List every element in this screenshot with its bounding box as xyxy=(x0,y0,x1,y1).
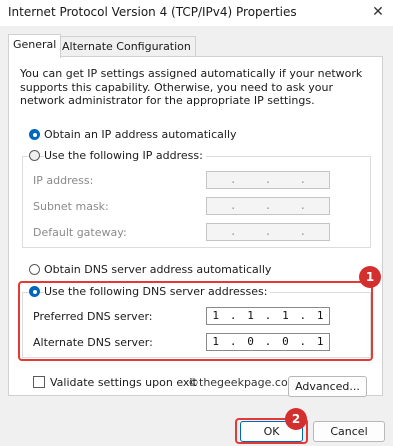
annotation-highlight-dns xyxy=(18,281,373,361)
subnet-octet-2 xyxy=(242,198,259,214)
ip-octet-2 xyxy=(242,172,259,188)
obtain-dns-auto-radio[interactable] xyxy=(29,264,40,275)
annotation-badge-1: 1 xyxy=(359,266,381,288)
tab-general[interactable]: General xyxy=(8,34,62,58)
window-title: Internet Protocol Version 4 (TCP/IPv4) P… xyxy=(8,5,297,19)
ip-dot: . xyxy=(229,199,237,212)
subnet-mask-label: Subnet mask: xyxy=(33,200,109,213)
subnet-octet-1 xyxy=(207,198,224,214)
default-gateway-field: ... xyxy=(206,223,330,241)
subnet-mask-field: ... xyxy=(206,197,330,215)
advanced-button[interactable]: Advanced... xyxy=(288,376,367,397)
watermark-text: thegeekpage.com xyxy=(199,376,299,389)
ip-dot: . xyxy=(229,173,237,186)
use-following-ip-radio[interactable] xyxy=(29,150,40,161)
subnet-octet-4 xyxy=(312,198,329,214)
ip-dot: . xyxy=(264,225,272,238)
use-following-ip-label[interactable]: Use the following IP address: xyxy=(44,149,206,162)
gateway-octet-4 xyxy=(312,224,329,240)
ip-dot: . xyxy=(299,173,307,186)
ip-octet-4 xyxy=(312,172,329,188)
ip-address-label: IP address: xyxy=(33,174,94,187)
obtain-ip-auto-radio[interactable] xyxy=(29,129,40,140)
ip-dot: . xyxy=(264,199,272,212)
subnet-octet-3 xyxy=(277,198,294,214)
obtain-ip-auto-label[interactable]: Obtain an IP address automatically xyxy=(44,128,237,141)
ip-dot: . xyxy=(299,225,307,238)
ip-dot: . xyxy=(229,225,237,238)
ip-octet-1 xyxy=(207,172,224,188)
description-text: You can get IP settings assigned automat… xyxy=(20,67,363,107)
watermark-copyright: © xyxy=(188,376,199,389)
annotation-badge-2: 2 xyxy=(285,408,307,430)
tab-alternate-configuration[interactable]: Alternate Configuration xyxy=(57,36,196,57)
ip-octet-3 xyxy=(277,172,294,188)
close-icon[interactable]: ✕ xyxy=(368,3,388,21)
gateway-octet-3 xyxy=(277,224,294,240)
watermark: ©thegeekpage.com xyxy=(188,376,298,389)
gateway-octet-2 xyxy=(242,224,259,240)
ip-dot: . xyxy=(264,173,272,186)
ip-dot: . xyxy=(299,199,307,212)
gateway-octet-1 xyxy=(207,224,224,240)
obtain-dns-auto-label[interactable]: Obtain DNS server address automatically xyxy=(44,263,271,276)
validate-settings-checkbox[interactable] xyxy=(33,376,45,388)
cancel-button[interactable]: Cancel xyxy=(313,421,385,442)
ip-address-field: ... xyxy=(206,171,330,189)
validate-settings-label[interactable]: Validate settings upon exit xyxy=(50,376,197,389)
default-gateway-label: Default gateway: xyxy=(33,226,127,239)
